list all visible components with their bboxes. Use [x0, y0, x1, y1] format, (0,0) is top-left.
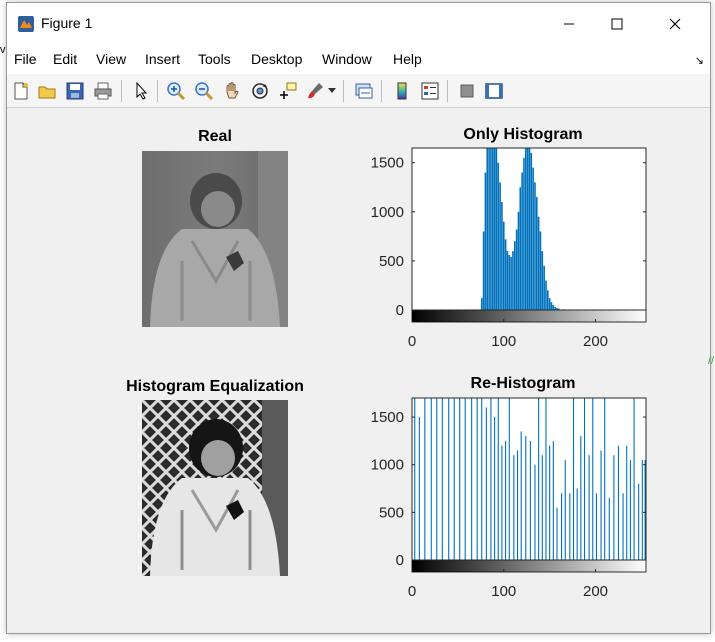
new-figure-icon[interactable]: [11, 81, 31, 101]
window-title: Figure 1: [41, 15, 93, 31]
close-icon: [669, 18, 681, 30]
hist2-ytick-label: 1500: [371, 409, 404, 426]
link-plot-icon[interactable]: [354, 81, 374, 101]
maximize-icon: [611, 18, 623, 30]
menu-insert[interactable]: Insert: [145, 51, 180, 67]
hist2-title: Re-Histogram: [470, 375, 576, 392]
brush-icon[interactable]: [305, 81, 325, 101]
data-cursor-icon[interactable]: [278, 81, 298, 101]
chevron-down-icon[interactable]: [328, 88, 336, 94]
equalized-image: [142, 400, 288, 576]
menu-file[interactable]: File: [14, 51, 37, 67]
hist1-ytick-label: 1000: [371, 204, 404, 221]
hist1-xtick-label: 200: [583, 333, 608, 350]
toolbar-separator: [343, 80, 344, 102]
rotate-3d-icon[interactable]: [250, 81, 270, 101]
menu-desktop[interactable]: Desktop: [251, 51, 302, 67]
hist2-ytick-label: 1000: [371, 457, 404, 474]
pan-hand-icon[interactable]: [222, 81, 242, 101]
hist2-ytick-label: 0: [396, 552, 404, 569]
toolbar-separator: [157, 80, 158, 102]
colorbar-icon[interactable]: [392, 81, 412, 101]
maximize-button[interactable]: [594, 7, 640, 41]
hist2-xtick-label: 0: [408, 583, 416, 600]
hist2-xtick-label: 100: [491, 583, 516, 600]
real-image-title: Real: [198, 128, 232, 145]
figure-window: Figure 1 File Edit View Insert Tools Des…: [6, 2, 711, 634]
hist1-xtick-label: 100: [491, 333, 516, 350]
toolbar-separator: [121, 80, 122, 102]
background-text-fragment: v: [0, 44, 6, 56]
zoom-out-icon[interactable]: [194, 81, 214, 101]
toolbar-separator: [381, 80, 382, 102]
hist1-ytick-label: 1500: [371, 155, 404, 172]
show-plot-tools-icon[interactable]: [484, 81, 504, 101]
equalized-image-title: Histogram Equalization: [126, 378, 304, 395]
figure-canvas: Real Histogram Equalization Only Histogr…: [7, 108, 710, 633]
save-icon[interactable]: [65, 81, 85, 101]
menu-window[interactable]: Window: [322, 51, 372, 67]
menu-bar: File Edit View Insert Tools Desktop Wind…: [7, 44, 710, 74]
close-button[interactable]: [652, 7, 698, 41]
pointer-icon[interactable]: [131, 81, 151, 101]
menu-view[interactable]: View: [96, 51, 126, 67]
print-icon[interactable]: [93, 81, 113, 101]
matlab-icon: [18, 16, 34, 32]
open-file-icon[interactable]: [37, 81, 57, 101]
menu-help[interactable]: Help: [393, 51, 422, 67]
legend-icon[interactable]: [420, 81, 440, 101]
hist1-axes[interactable]: 0 500 1000 1500 0 100 200: [352, 143, 647, 358]
hist1-xtick-label: 0: [408, 333, 416, 350]
hide-plot-tools-icon[interactable]: [457, 81, 477, 101]
hist1-ytick-label: 500: [379, 253, 404, 270]
hist1-title: Only Histogram: [463, 126, 583, 143]
hist1-ytick-label: 0: [396, 302, 404, 319]
menu-tools[interactable]: Tools: [198, 51, 231, 67]
hist2-plot-area: [412, 398, 646, 560]
hist2-gray-colorbar: [411, 559, 647, 573]
toolbar-separator: [447, 80, 448, 102]
hist2-ytick-label: 500: [379, 504, 404, 521]
hist2-axes[interactable]: 0 500 1000 1500 0 100 200: [352, 393, 647, 608]
title-bar[interactable]: Figure 1: [7, 3, 710, 44]
zoom-in-icon[interactable]: [166, 81, 186, 101]
minimize-icon: [564, 23, 574, 25]
minimize-button[interactable]: [546, 7, 592, 41]
menu-edit[interactable]: Edit: [53, 51, 77, 67]
dock-arrow-icon[interactable]: ↘: [695, 54, 704, 67]
hist2-xtick-label: 200: [583, 583, 608, 600]
real-image: [142, 151, 288, 327]
background-text-fragment: //: [708, 355, 715, 367]
toolbar: [7, 74, 710, 108]
hist1-gray-colorbar: [411, 309, 647, 323]
